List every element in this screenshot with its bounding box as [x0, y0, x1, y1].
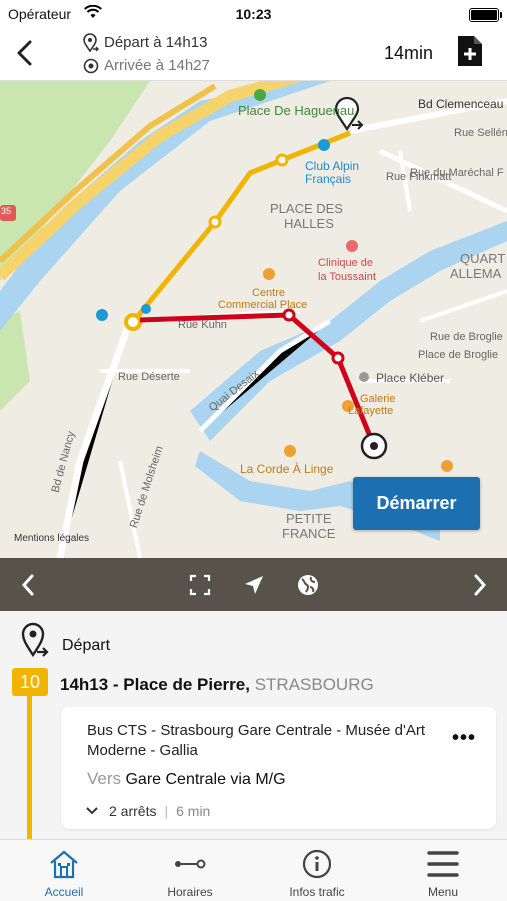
info-icon	[257, 848, 377, 880]
map-label: Commercial Place	[218, 299, 308, 311]
chevron-left-icon	[17, 40, 32, 66]
route-map[interactable]: Place De Haguenau Bd Clemenceau Rue Sell…	[0, 81, 507, 558]
stop-city: STRASBOURG	[254, 675, 374, 694]
line-track	[27, 696, 32, 839]
legal-mentions-link[interactable]: Mentions légales	[14, 533, 89, 544]
back-button[interactable]	[12, 38, 40, 68]
stops-count: 2 arrêts	[109, 803, 157, 819]
start-navigation-button[interactable]: Démarrer	[353, 477, 480, 530]
map-label: Bd Clemenceau	[418, 97, 504, 111]
arrival-target-icon	[82, 58, 100, 74]
map-label: HALLES	[284, 216, 334, 231]
map-label: ALLEMA	[450, 266, 502, 281]
map-label: Rue Kuhn	[178, 319, 227, 331]
route-direction: Vers Gare Centrale via M/G	[87, 769, 286, 789]
map-label: Rue Sellénick	[454, 127, 507, 139]
map-layer-button[interactable]	[288, 558, 328, 611]
map-label: la Toussaint	[318, 271, 376, 283]
add-to-agenda-button[interactable]	[456, 34, 484, 73]
tab-label: Horaires	[167, 885, 213, 899]
line-stop-icon	[130, 848, 250, 880]
map-label: Français	[305, 172, 352, 186]
tab-label: Menu	[427, 885, 459, 899]
globe-icon	[298, 574, 318, 595]
map-label: 35	[1, 206, 12, 216]
stops-duration: 6 min	[176, 803, 211, 819]
map-label: Centre	[252, 287, 286, 299]
chevron-down-icon	[86, 807, 98, 815]
map-control-bar	[0, 558, 507, 611]
next-step-button[interactable]	[460, 558, 500, 611]
tab-menu[interactable]: Menu	[383, 840, 503, 901]
departure-time: Départ à 14h13	[104, 34, 208, 51]
departure-stop: 14h13 - Place de Pierre, STRASBOURG	[60, 675, 374, 695]
battery-icon	[469, 8, 502, 22]
location-arrow-icon	[245, 575, 263, 594]
map-label: FRANCE	[282, 526, 336, 541]
stops-toggle[interactable]: 2 arrêts | 6 min	[85, 803, 210, 819]
map-label: Clinique de	[318, 257, 374, 269]
map-label: Club Alpin	[305, 159, 360, 173]
status-bar: Opérateur 10:23	[0, 0, 507, 28]
trip-summary: Départ à 14h13 Arrivée à 14h27	[82, 31, 210, 77]
navigation-bar: Départ à 14h13 Arrivée à 14h27 14min	[0, 28, 507, 81]
map-label: Rue de Broglie	[430, 331, 503, 343]
map-label: Galerie	[360, 393, 396, 405]
map-label: QUART	[460, 251, 506, 266]
direction-name: Gare Centrale via M/G	[125, 771, 286, 788]
map-label: PLACE DES	[270, 201, 343, 216]
trip-duration: 14min	[384, 43, 434, 63]
departure-label: Départ	[62, 637, 111, 654]
departure-pin-icon	[21, 622, 49, 658]
more-options-button[interactable]: •••	[452, 727, 476, 750]
map-label: PETITE	[286, 511, 332, 526]
route-title: Bus CTS - Strasbourg Gare Centrale - Mus…	[87, 722, 425, 759]
chevron-right-icon	[474, 574, 487, 595]
departure-pin-icon	[82, 32, 100, 53]
map-label: Lafayette	[348, 405, 394, 417]
hamburger-icon	[383, 848, 503, 880]
line-number-badge: 10	[12, 668, 48, 696]
clock: 10:23	[235, 6, 272, 22]
map-label: La Corde À Linge	[240, 462, 334, 476]
itinerary-details: Départ 10 14h13 - Place de Pierre, STRAS…	[0, 611, 507, 839]
tab-horaires[interactable]: Horaires	[130, 840, 250, 901]
arrival-time: Arrivée à 14h27	[104, 57, 210, 74]
map-label: Rue Déserte	[118, 371, 180, 383]
tab-infos-trafic[interactable]: Infos trafic	[257, 840, 377, 901]
separator: |	[164, 803, 169, 819]
chevron-left-icon	[21, 574, 34, 595]
map-label: Place Kléber	[376, 371, 445, 385]
fit-route-button[interactable]	[180, 558, 220, 611]
home-icon	[4, 848, 124, 880]
previous-step-button[interactable]	[8, 558, 48, 611]
stop-time-name: 14h13 - Place de Pierre,	[60, 675, 250, 694]
departure-row: Départ	[20, 621, 110, 659]
map-label: Rue du Maréchal F	[410, 167, 504, 179]
locate-me-button[interactable]	[234, 558, 274, 611]
tab-label: Infos trafic	[289, 885, 345, 899]
direction-word: Vers	[87, 769, 122, 788]
add-document-icon	[458, 36, 482, 66]
expand-frame-icon	[189, 574, 211, 595]
tab-accueil[interactable]: Accueil	[4, 840, 124, 901]
tab-label: Accueil	[44, 885, 84, 899]
map-label: Place De Haguenau	[238, 103, 355, 118]
route-card[interactable]: Bus CTS - Strasbourg Gare Centrale - Mus…	[61, 707, 496, 829]
tab-bar: Accueil Horaires Infos trafic Menu	[0, 839, 507, 901]
map-label: Place de Broglie	[418, 349, 499, 361]
